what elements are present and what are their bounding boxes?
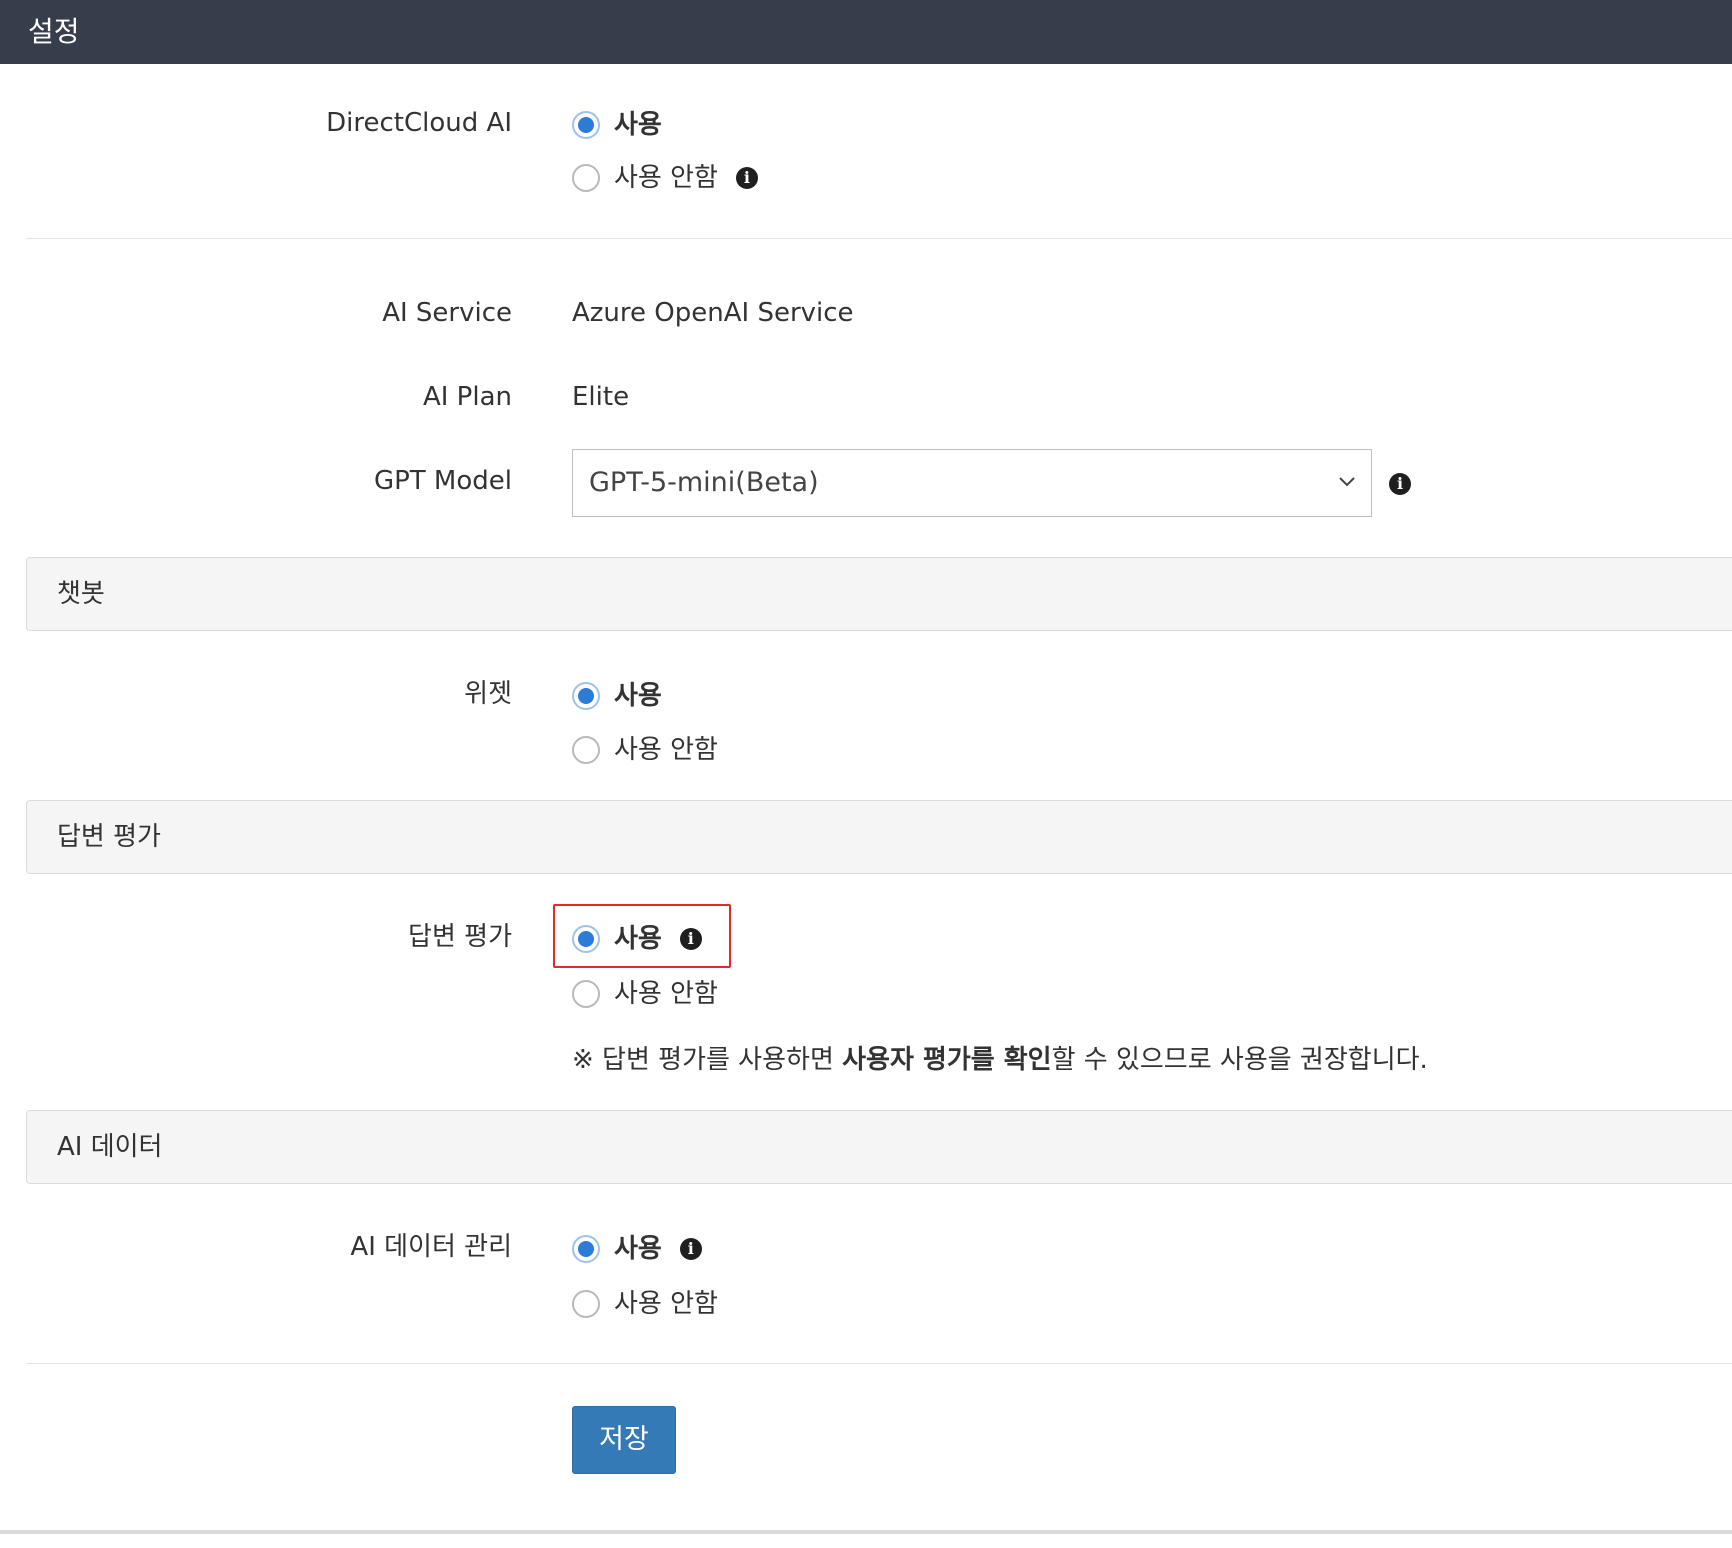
gpt-model-label: GPT Model xyxy=(373,466,512,496)
chevron-down-icon xyxy=(1339,477,1355,487)
info-icon[interactable]: i xyxy=(679,1238,702,1260)
answer-rating-label: 답변 평가 xyxy=(408,922,512,952)
section-header-chatbot: 챗봇 xyxy=(26,557,1732,631)
ai-data-off-radio[interactable] xyxy=(572,1290,600,1318)
divider xyxy=(26,1363,1732,1364)
section-title-answer-rating: 답변 평가 xyxy=(57,822,161,852)
widget-on-radio[interactable] xyxy=(572,682,600,710)
page-header: 설정 xyxy=(0,0,1732,64)
info-icon[interactable]: i xyxy=(1389,473,1411,495)
ai-service-label: AI Service xyxy=(382,298,512,328)
gpt-model-selected-value: GPT-5-mini(Beta) xyxy=(589,467,819,498)
note-bold: 사용자 평가를 확인 xyxy=(842,1045,1052,1075)
page-title: 설정 xyxy=(28,15,80,48)
ai-data-off-option[interactable]: 사용 안함 xyxy=(572,1284,718,1324)
answer-rating-on-option[interactable]: 사용 i xyxy=(572,919,702,959)
ai-data-manage-label: AI 데이터 관리 xyxy=(350,1232,512,1262)
note-suffix: 할 수 있으므로 사용을 권장합니다. xyxy=(1051,1045,1428,1075)
widget-on-option[interactable]: 사용 xyxy=(572,676,662,716)
directcloud-ai-label: DirectCloud AI xyxy=(326,108,512,138)
widget-on-label: 사용 xyxy=(614,681,662,711)
answer-rating-off-label: 사용 안함 xyxy=(614,979,718,1009)
answer-rating-off-radio[interactable] xyxy=(572,980,600,1008)
section-header-ai-data: AI 데이터 xyxy=(26,1110,1732,1184)
section-header-answer-rating: 답변 평가 xyxy=(26,800,1732,874)
bottom-divider xyxy=(0,1530,1732,1534)
section-title-ai-data: AI 데이터 xyxy=(57,1132,163,1162)
answer-rating-on-label: 사용 xyxy=(614,924,662,954)
info-icon[interactable]: i xyxy=(735,167,758,189)
ai-data-on-radio[interactable] xyxy=(572,1235,600,1263)
save-button[interactable]: 저장 xyxy=(572,1406,676,1474)
answer-rating-off-option[interactable]: 사용 안함 xyxy=(572,974,718,1014)
gpt-model-select[interactable]: GPT-5-mini(Beta) xyxy=(572,449,1372,517)
ai-data-off-label: 사용 안함 xyxy=(614,1289,718,1319)
info-icon[interactable]: i xyxy=(679,928,702,950)
directcloud-ai-off-radio[interactable] xyxy=(572,164,600,192)
widget-off-option[interactable]: 사용 안함 xyxy=(572,730,718,770)
ai-plan-value: Elite xyxy=(572,382,630,412)
widget-label: 위젯 xyxy=(464,679,512,709)
answer-rating-on-radio[interactable] xyxy=(572,925,600,953)
answer-rating-note: ※ 답변 평가를 사용하면 사용자 평가를 확인할 수 있으므로 사용을 권장합… xyxy=(572,1043,1428,1077)
widget-off-radio[interactable] xyxy=(572,736,600,764)
directcloud-ai-off-option[interactable]: 사용 안함 i xyxy=(572,158,758,198)
directcloud-ai-on-option[interactable]: 사용 xyxy=(572,105,662,145)
note-prefix: ※ 답변 평가를 사용하면 xyxy=(572,1045,843,1075)
ai-data-on-option[interactable]: 사용 i xyxy=(572,1229,702,1269)
directcloud-ai-off-label: 사용 안함 xyxy=(614,163,718,193)
directcloud-ai-on-radio[interactable] xyxy=(572,111,600,139)
directcloud-ai-on-label: 사용 xyxy=(614,110,662,140)
ai-service-value: Azure OpenAI Service xyxy=(572,298,854,328)
divider xyxy=(26,238,1732,239)
widget-off-label: 사용 안함 xyxy=(614,735,718,765)
ai-data-on-label: 사용 xyxy=(614,1234,662,1264)
section-title-chatbot: 챗봇 xyxy=(57,579,105,609)
ai-plan-label: AI Plan xyxy=(422,382,512,412)
